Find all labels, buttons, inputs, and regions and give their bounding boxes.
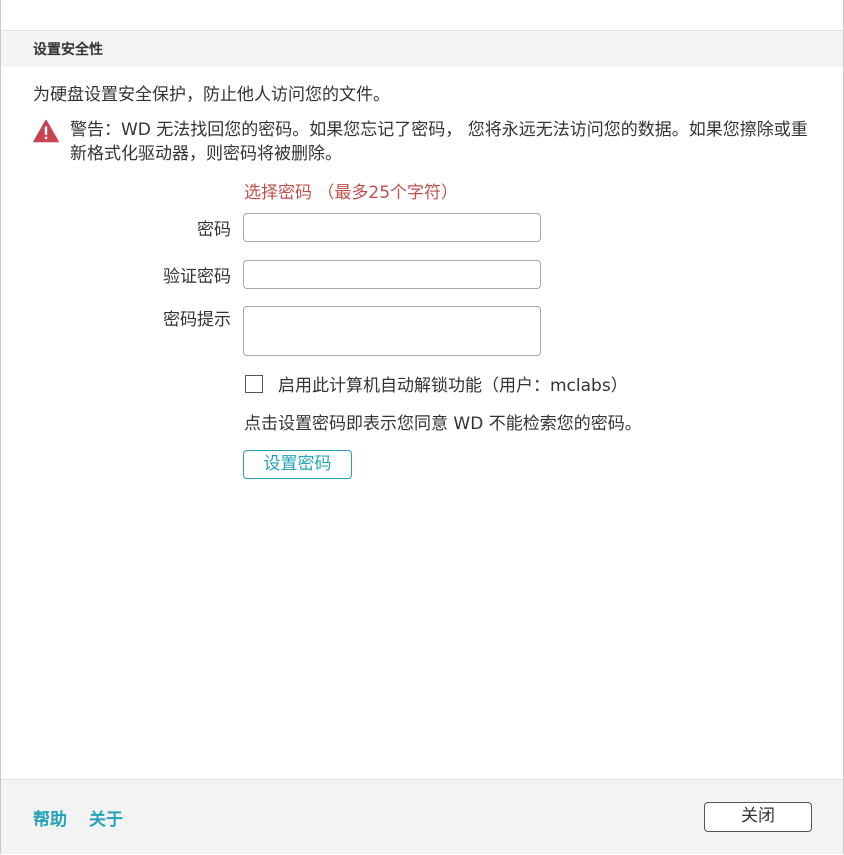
- auto-unlock-checkbox[interactable]: [245, 375, 263, 393]
- verify-password-input[interactable]: [243, 260, 541, 289]
- section-header: 设置安全性: [1, 30, 843, 67]
- intro-text: 为硬盘设置安全保护，防止他人访问您的文件。: [33, 85, 390, 105]
- close-button[interactable]: 关闭: [704, 802, 812, 832]
- verify-password-label: 验证密码: [163, 267, 231, 287]
- auto-unlock-label[interactable]: 启用此计算机自动解锁功能（用户：mclabs）: [278, 371, 628, 396]
- warning-triangle-icon: [33, 119, 59, 143]
- choose-password-label: 选择密码 （最多25个字符）: [244, 183, 459, 203]
- password-input[interactable]: [243, 213, 541, 242]
- password-hint-input[interactable]: [243, 306, 541, 356]
- section-title: 设置安全性: [33, 42, 103, 58]
- set-password-button[interactable]: 设置密码: [243, 450, 352, 479]
- about-link[interactable]: 关于: [89, 805, 123, 830]
- dialog-footer: 帮助 关于 关闭: [1, 779, 843, 854]
- help-link[interactable]: 帮助: [33, 805, 67, 830]
- warning-text: 警告：WD 无法找回您的密码。如果您忘记了密码， 您将永远无法访问您的数据。如果…: [70, 120, 808, 164]
- security-dialog: 设置安全性 为硬盘设置安全保护，防止他人访问您的文件。 警告：WD 无法找回您的…: [0, 0, 844, 854]
- consent-text: 点击设置密码即表示您同意 WD 不能检索您的密码。: [244, 414, 642, 434]
- password-label: 密码: [197, 220, 231, 240]
- password-hint-label: 密码提示: [163, 310, 231, 330]
